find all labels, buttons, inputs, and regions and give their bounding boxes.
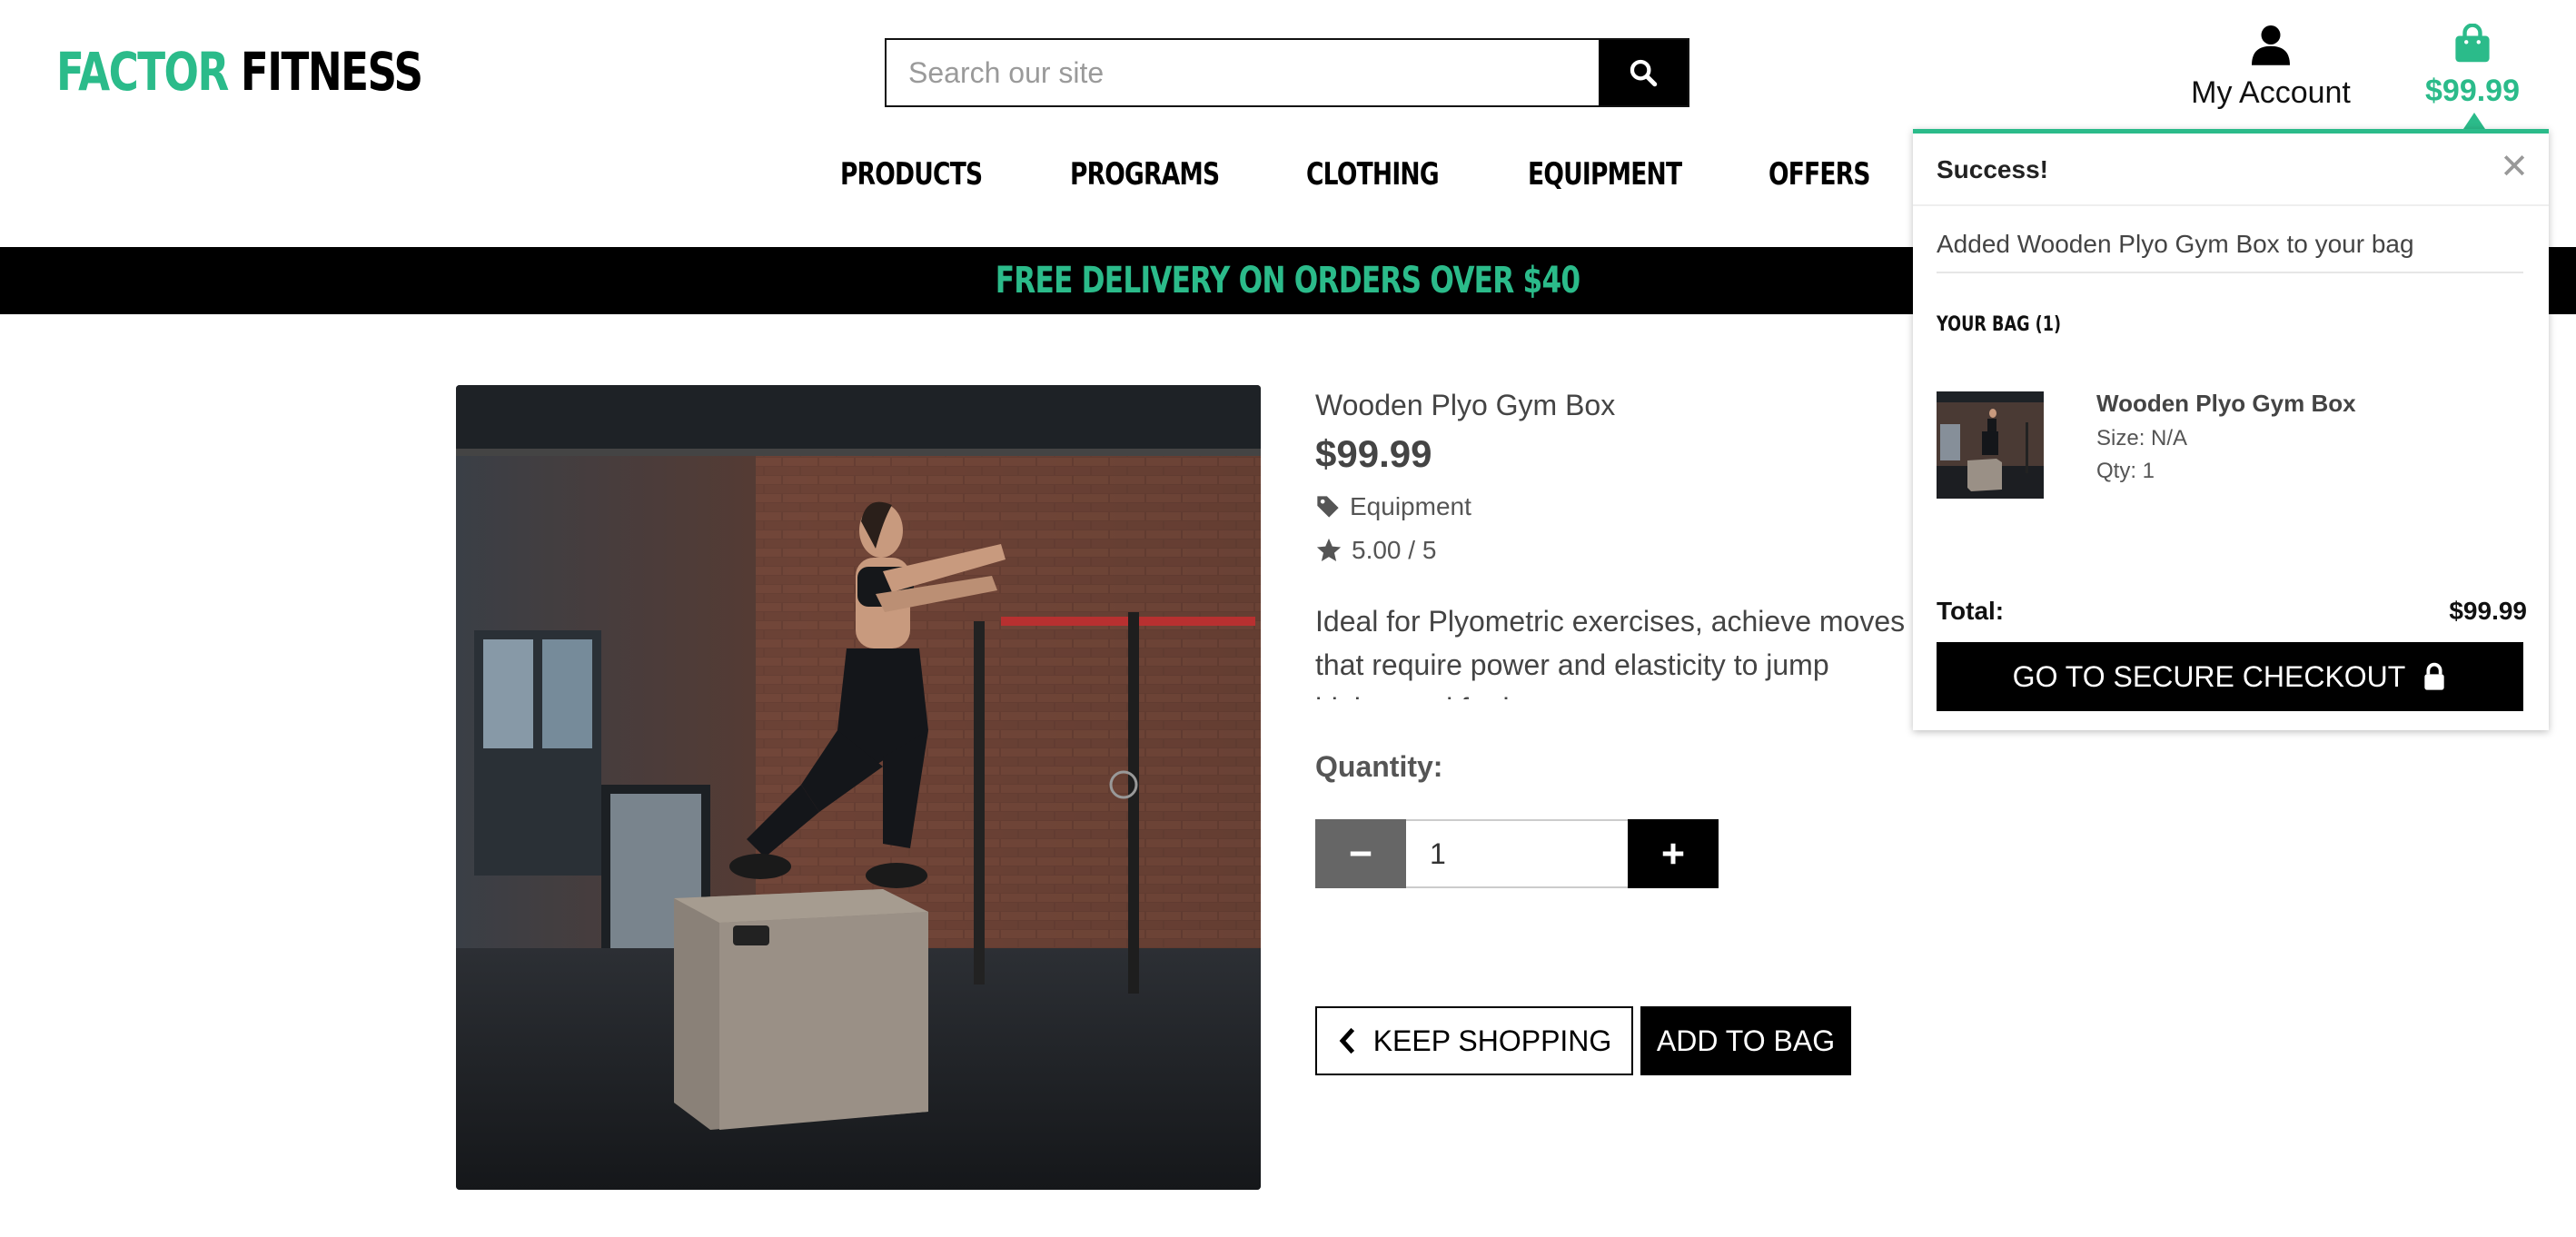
shopping-bag-icon xyxy=(2455,23,2490,63)
chevron-left-icon xyxy=(1339,1027,1354,1054)
add-to-bag-button[interactable]: ADD TO BAG xyxy=(1640,1006,1851,1075)
bag-total-value: $99.99 xyxy=(2449,597,2527,625)
brand-logo-part2: FITNESS xyxy=(240,41,423,103)
minus-icon xyxy=(1350,851,1372,856)
bag-item-qty: Qty: 1 xyxy=(2096,459,2155,483)
quantity-stepper xyxy=(1315,819,1719,888)
bag-total-label: Total: xyxy=(1937,597,2005,625)
keep-shopping-button[interactable]: KEEP SHOPPING xyxy=(1315,1006,1633,1075)
popup-divider xyxy=(1937,272,2523,273)
star-icon xyxy=(1316,538,1342,561)
product-image xyxy=(456,385,1261,1190)
bag-item-thumbnail xyxy=(1937,391,2044,499)
my-account-link[interactable]: My Account xyxy=(2191,24,2351,111)
user-icon xyxy=(2252,25,2290,65)
popup-caret xyxy=(2463,113,2485,129)
delivery-banner-text: FREE DELIVERY ON ORDERS OVER $40 xyxy=(996,260,1580,302)
search-button[interactable] xyxy=(1599,40,1688,105)
close-icon[interactable]: ✕ xyxy=(2500,150,2529,184)
search-icon xyxy=(1630,59,1658,87)
secure-checkout-label: GO TO SECURE CHECKOUT xyxy=(2012,659,2406,693)
bag-item-size: Size: N/A xyxy=(2096,426,2188,450)
nav-offers[interactable]: OFFERS xyxy=(1769,156,1871,193)
bag-success-popup: Success! ✕ Added Wooden Plyo Gym Box to … xyxy=(1913,129,2549,730)
quantity-decrease-button[interactable] xyxy=(1315,819,1406,888)
nav-clothing[interactable]: CLOTHING xyxy=(1306,156,1440,193)
your-bag-heading: YOUR BAG (1) xyxy=(1937,313,2061,336)
popup-message: Added Wooden Plyo Gym Box to your bag xyxy=(1937,230,2414,258)
tag-icon xyxy=(1317,496,1339,518)
quantity-input[interactable] xyxy=(1406,819,1628,888)
product-price: $99.99 xyxy=(1315,432,1432,475)
nav-equipment[interactable]: EQUIPMENT xyxy=(1528,156,1682,193)
product-description: Ideal for Plyometric exercises, achieve … xyxy=(1315,605,1906,699)
nav-programs[interactable]: PROGRAMS xyxy=(1070,156,1220,193)
brand-logo[interactable]: FACTOR FITNESS xyxy=(56,40,423,104)
search-input[interactable] xyxy=(887,40,1599,105)
product-category-label: Equipment xyxy=(1350,492,1471,520)
secure-checkout-button[interactable]: GO TO SECURE CHECKOUT xyxy=(1937,642,2523,711)
brand-logo-part1: FACTOR xyxy=(56,41,229,103)
keep-shopping-label: KEEP SHOPPING xyxy=(1372,1024,1612,1057)
product-title: Wooden Plyo Gym Box xyxy=(1315,389,1616,421)
quantity-label: Quantity: xyxy=(1315,750,1443,783)
plus-icon xyxy=(1662,843,1684,865)
quantity-increase-button[interactable] xyxy=(1628,819,1719,888)
bag-item-name[interactable]: Wooden Plyo Gym Box xyxy=(2096,390,2356,418)
add-to-bag-label: ADD TO BAG xyxy=(1656,1024,1836,1057)
product-rating: 5.00 / 5 xyxy=(1315,536,1436,565)
product-rating-value: 5.00 / 5 xyxy=(1352,536,1437,564)
product-category[interactable]: Equipment xyxy=(1315,492,1471,521)
my-account-label: My Account xyxy=(2191,75,2351,110)
nav-products[interactable]: PRODUCTS xyxy=(840,156,983,193)
search-bar xyxy=(885,38,1689,107)
popup-title: Success! xyxy=(1937,155,2048,183)
lock-icon xyxy=(2424,662,2444,690)
bag-total: $99.99 xyxy=(2425,74,2520,108)
shopping-bag-link[interactable]: $99.99 xyxy=(2416,23,2529,109)
